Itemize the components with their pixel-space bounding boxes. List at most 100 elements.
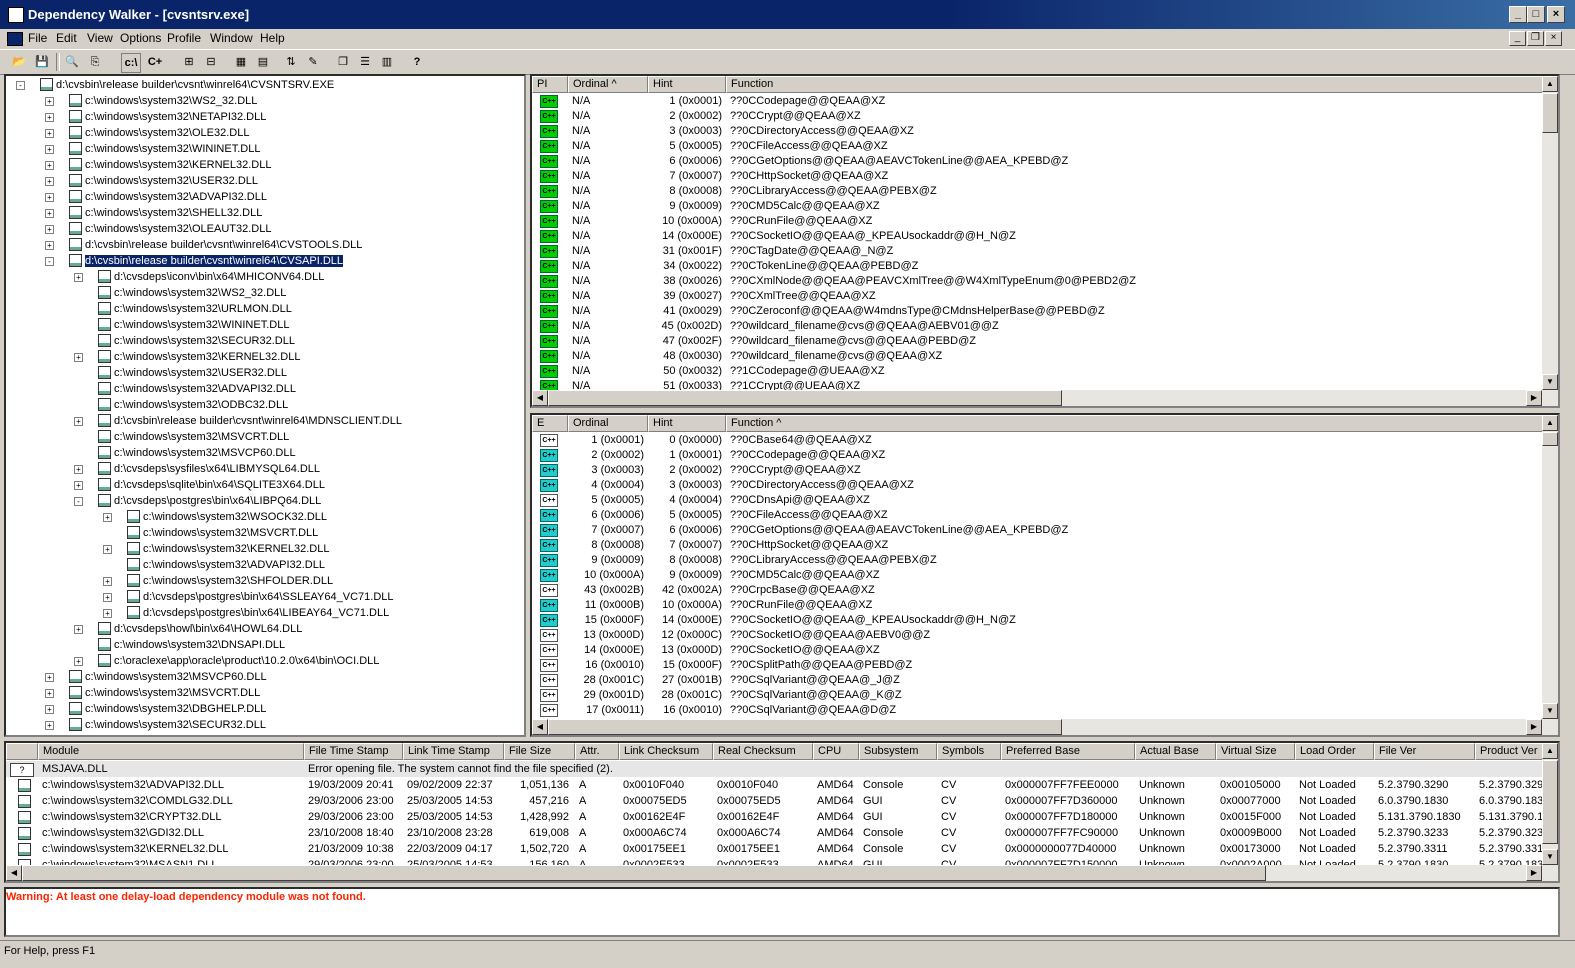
col-header-ordinal[interactable]: Ordinal ^	[568, 76, 648, 93]
log-pane[interactable]: Warning: At least one delay-load depende…	[4, 887, 1560, 937]
menu-help[interactable]: Help	[260, 31, 285, 45]
maximize-button[interactable]: □	[1527, 6, 1545, 23]
tree-node[interactable]: c:\windows\system32\SECUR32.DLL	[69, 717, 266, 733]
expand-icon[interactable]: +	[74, 353, 83, 362]
import-row[interactable]: C++ N/A 34 (0x0022) ??0CTokenLine@@QEAA@PEB…	[532, 258, 1542, 273]
module-col-header[interactable]: Virtual Size	[1216, 743, 1295, 760]
scroll-down-icon[interactable]: ▼	[1542, 703, 1558, 719]
export-row[interactable]: C++ 11 (0x000B) 10 (0x000A) ??0CRunFile@@QE…	[532, 597, 1542, 612]
collapse-icon[interactable]: -	[74, 497, 83, 506]
col-header-pi[interactable]: PI	[532, 76, 568, 93]
module-col-header[interactable]: Subsystem	[859, 743, 937, 760]
menu-window[interactable]: Window	[210, 31, 253, 45]
expand-icon[interactable]: +	[103, 577, 112, 586]
tree-node[interactable]: c:\windows\system32\KERNEL32.DLL	[69, 157, 271, 173]
collapse-icon[interactable]: ⊟	[202, 53, 220, 71]
scroll-right-icon[interactable]: ▶	[1526, 865, 1542, 881]
import-row[interactable]: C++ N/A 45 (0x002D) ??0wildcard_filename@cv…	[532, 318, 1542, 333]
imports-vscroll[interactable]: ▲ ▼	[1542, 76, 1558, 390]
col-header-function[interactable]: Function ^	[726, 415, 1546, 432]
child-close-button[interactable]: ×	[1545, 31, 1562, 46]
tree-node[interactable]: c:\windows\system32\MSVCP60.DLL	[98, 445, 296, 461]
import-row[interactable]: C++ N/A 47 (0x002F) ??0wildcard_filename@cv…	[532, 333, 1542, 348]
expand-icon[interactable]: +	[74, 625, 83, 634]
open-icon[interactable]: 📂	[10, 53, 28, 71]
child-restore-button[interactable]: ❐	[1527, 31, 1544, 46]
parent-imports-pane[interactable]: PI Ordinal ^ Hint Function C++ N/A 1 (0x00…	[530, 74, 1560, 408]
expand-icon[interactable]: +	[45, 705, 54, 714]
tree-node[interactable]: d:\cvsdeps\howl\bin\x64\HOWL64.DLL	[98, 621, 302, 637]
tree-node[interactable]: d:\cvsdeps\postgres\bin\x64\LIBEAY64_VC7…	[127, 605, 389, 621]
help-icon[interactable]: ?	[408, 53, 426, 71]
tree-node[interactable]: c:\windows\system32\SHELL32.DLL	[69, 205, 262, 221]
tree-node[interactable]: c:\windows\system32\SHFOLDER.DLL	[127, 573, 333, 589]
expand-icon[interactable]: +	[103, 513, 112, 522]
import-row[interactable]: C++ N/A 6 (0x0006) ??0CGetOptions@@QEAA@AEA…	[532, 153, 1542, 168]
col-header-ordinal[interactable]: Ordinal	[568, 415, 648, 432]
expand-icon[interactable]: +	[45, 193, 54, 202]
tree-node[interactable]: d:\cvsbin\release builder\cvsnt\winrel64…	[40, 77, 334, 93]
expand-icon[interactable]: +	[45, 241, 54, 250]
module-col-header[interactable]	[6, 743, 38, 760]
export-row[interactable]: C++ 28 (0x001C) 27 (0x001B) ??0CSqlVariant@…	[532, 672, 1542, 687]
collapse-icon[interactable]: -	[16, 81, 25, 90]
expand-icon[interactable]: +	[103, 545, 112, 554]
full-paths-icon[interactable]: c:\	[121, 53, 141, 73]
import-row[interactable]: C++ N/A 38 (0x0026) ??0CXmlNode@@QEAA@PEAVC…	[532, 273, 1542, 288]
tree-node[interactable]: c:\windows\system32\WININET.DLL	[98, 317, 289, 333]
import-row[interactable]: C++ N/A 2 (0x0002) ??0CCrypt@@QEAA@XZ	[532, 108, 1542, 123]
export-row[interactable]: C++ 2 (0x0002) 1 (0x0001) ??0CCodepage@@QEA…	[532, 447, 1542, 462]
module-col-header[interactable]: Link Checksum	[619, 743, 713, 760]
tree-node[interactable]: c:\windows\system32\WS2_32.DLL	[69, 93, 257, 109]
tree-node[interactable]: c:\windows\system32\MSVCRT.DLL	[98, 429, 289, 445]
menu-options[interactable]: Options	[120, 31, 161, 45]
child-minimize-button[interactable]: _	[1509, 31, 1526, 46]
tree-node[interactable]: c:\windows\system32\ODBC32.DLL	[98, 397, 288, 413]
tree-node[interactable]: c:\windows\system32\DBGHELP.DLL	[69, 701, 266, 717]
expand-icon[interactable]: +	[74, 481, 83, 490]
tree-node[interactable]: c:\windows\system32\OLEAUT32.DLL	[69, 221, 271, 237]
module-tree-pane[interactable]: - d:\cvsbin\release builder\cvsnt\winrel6…	[4, 74, 526, 737]
scroll-right-icon[interactable]: ▶	[1526, 390, 1542, 406]
tree-node[interactable]: c:\windows\system32\DNSAPI.DLL	[98, 637, 285, 653]
export-row[interactable]: C++ 8 (0x0008) 7 (0x0007) ??0CHttpSocket@@Q…	[532, 537, 1542, 552]
export-row[interactable]: C++ 17 (0x0011) 16 (0x0010) ??0CSqlVariant@…	[532, 702, 1542, 717]
expand-icon[interactable]: +	[45, 225, 54, 234]
scroll-up-icon[interactable]: ▲	[1542, 76, 1558, 92]
import-row[interactable]: C++ N/A 48 (0x0030) ??0wildcard_filename@cv…	[532, 348, 1542, 363]
scroll-thumb[interactable]	[22, 865, 1266, 881]
scroll-up-icon[interactable]: ▲	[1542, 415, 1558, 431]
exports-pane[interactable]: E Ordinal Hint Function ^ C++ 1 (0x0001) 0…	[530, 413, 1560, 737]
auto-expand-icon[interactable]: ⊞	[180, 53, 198, 71]
expand-icon[interactable]: +	[45, 129, 54, 138]
scroll-down-icon[interactable]: ▼	[1542, 849, 1558, 865]
scroll-left-icon[interactable]: ◀	[532, 390, 548, 406]
export-row[interactable]: C++ 4 (0x0004) 3 (0x0003) ??0CDirectoryAcce…	[532, 477, 1542, 492]
menu-file[interactable]: File	[28, 31, 47, 45]
module-col-header[interactable]: Actual Base	[1135, 743, 1216, 760]
tree-node[interactable]: c:\windows\system32\MSVCRT.DLL	[69, 685, 260, 701]
module-col-header[interactable]: CPU	[813, 743, 859, 760]
export-row[interactable]: C++ 3 (0x0003) 2 (0x0002) ??0CCrypt@@QEAA@X…	[532, 462, 1542, 477]
import-row[interactable]: C++ N/A 8 (0x0008) ??0CLibraryAccess@@QEAA@…	[532, 183, 1542, 198]
tree-node[interactable]: c:\windows\system32\USER32.DLL	[69, 173, 258, 189]
scroll-right-icon[interactable]: ▶	[1526, 719, 1542, 735]
import-row[interactable]: C++ N/A 41 (0x0029) ??0CZeroconf@@QEAA@W4md…	[532, 303, 1542, 318]
module-col-header[interactable]: Real Checksum	[713, 743, 813, 760]
expand-icon[interactable]: +	[45, 97, 54, 106]
expand-icon[interactable]: +	[45, 113, 54, 122]
tree-node[interactable]: d:\cvsdeps\iconv\bin\x64\MHICONV64.DLL	[98, 269, 324, 285]
tree-node[interactable]: c:\windows\system32\SECUR32.DLL	[98, 333, 295, 349]
collapse-icon[interactable]: -	[45, 257, 54, 266]
tree-node[interactable]: d:\cvsdeps\postgres\bin\x64\LIBPQ64.DLL	[98, 493, 321, 509]
export-row[interactable]: C++ 43 (0x002B) 42 (0x002A) ??0CrpcBase@@QE…	[532, 582, 1542, 597]
import-row[interactable]: C++ N/A 31 (0x001F) ??0CTagDate@@QEAA@_N@Z	[532, 243, 1542, 258]
tree-node[interactable]: c:\windows\system32\MSVCRT.DLL	[127, 525, 318, 541]
export-row[interactable]: C++ 1 (0x0001) 0 (0x0000) ??0CBase64@@QEAA@…	[532, 432, 1542, 447]
export-row[interactable]: C++ 13 (0x000D) 12 (0x000C) ??0CSocketIO@@Q…	[532, 627, 1542, 642]
module-col-header[interactable]: File Ver	[1374, 743, 1475, 760]
expand-icon[interactable]: +	[45, 721, 54, 730]
scroll-thumb[interactable]	[548, 719, 1062, 735]
export-row[interactable]: C++ 10 (0x000A) 9 (0x0009) ??0CMD5Calc@@QEA…	[532, 567, 1542, 582]
col-header-e[interactable]: E	[532, 415, 568, 432]
